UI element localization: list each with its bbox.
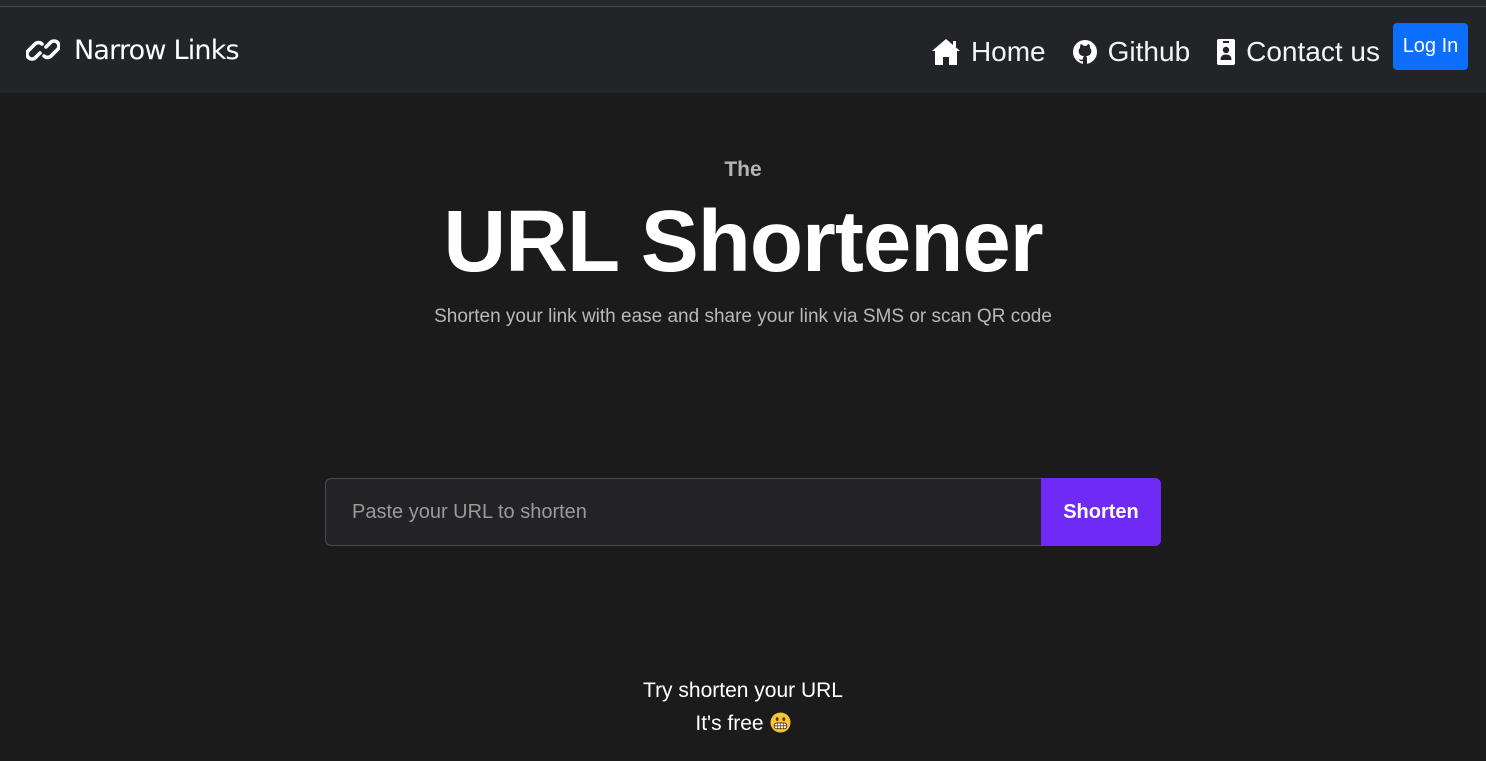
window-top-border <box>0 0 1486 7</box>
hero-subtitle: Shorten your link with ease and share yo… <box>434 306 1052 327</box>
footer-line-2-wrap: It's free <box>0 707 1486 740</box>
contact-card-icon <box>1217 39 1236 65</box>
login-button[interactable]: Log In <box>1393 23 1468 70</box>
grinning-face-icon <box>770 712 791 733</box>
nav-links: Home Github Contact us <box>905 29 1380 75</box>
link-icon <box>26 39 60 61</box>
github-icon <box>1072 40 1097 64</box>
brand-name: Narrow Links <box>74 34 240 66</box>
brand-link[interactable]: Narrow Links <box>26 27 240 73</box>
nav-home-label: Home <box>970 36 1046 67</box>
footer-line-1: Try shorten your URL <box>643 679 843 702</box>
nav-github-label: Github <box>1107 36 1191 67</box>
hero-pre-title: The <box>724 158 762 181</box>
nav-contact-label: Contact us <box>1246 36 1380 67</box>
page-title: URL Shortener <box>443 193 1043 290</box>
nav-home[interactable]: Home <box>931 36 1046 68</box>
footer-line-2: It's free <box>695 712 764 735</box>
navbar: Narrow Links Home Github Contact us Log … <box>0 7 1486 93</box>
nav-github[interactable]: Github <box>1072 36 1191 68</box>
url-input[interactable] <box>325 478 1041 546</box>
shorten-form: Shorten <box>325 478 1161 546</box>
home-icon <box>931 39 960 65</box>
footer-note: Try shorten your URL It's free <box>0 674 1486 740</box>
shorten-button[interactable]: Shorten <box>1041 478 1161 546</box>
nav-contact[interactable]: Contact us <box>1216 36 1380 68</box>
